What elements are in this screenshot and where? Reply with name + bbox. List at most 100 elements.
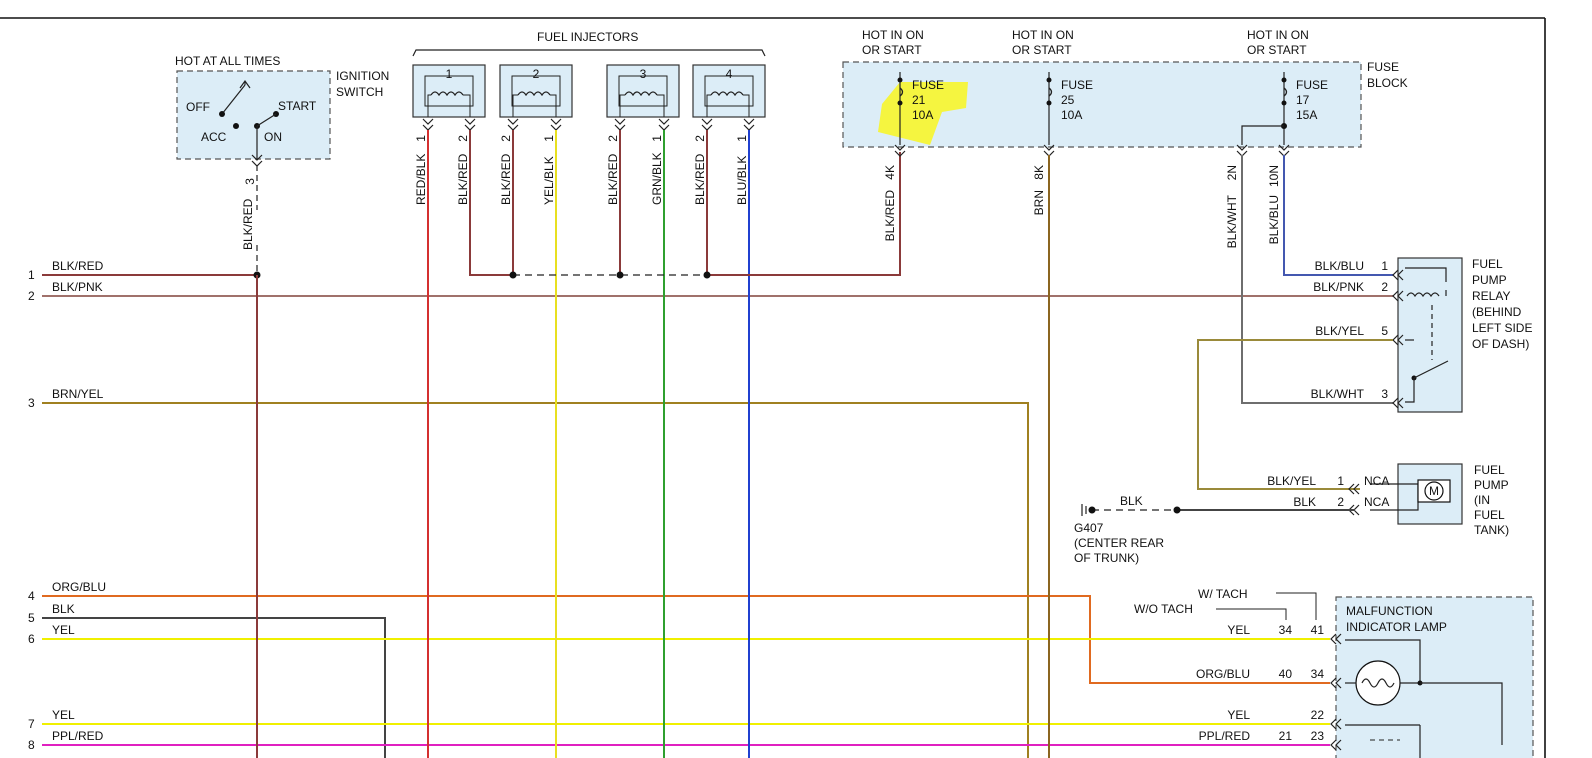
splice-inj2 <box>509 271 517 279</box>
left-wire-label: PPL/RED <box>52 729 104 743</box>
mil-title-1: MALFUNCTION <box>1346 604 1433 618</box>
left-wire-label: YEL <box>52 708 75 722</box>
ground-wire-label: BLK <box>1120 494 1143 508</box>
fuse17-pin-a: 2N <box>1225 165 1239 180</box>
ground-label-line: (CENTER REAR <box>1074 536 1164 550</box>
left-wire-label: BLK/RED <box>52 259 104 273</box>
fuse-rating: 15A <box>1296 108 1317 122</box>
left-wire-number: 8 <box>28 738 35 752</box>
pump-nca-label: NCA <box>1364 474 1389 488</box>
injector-wire-b-label: BLU/BLK <box>735 156 749 205</box>
left-wire-3 <box>42 402 1029 758</box>
fuse-label: FUSE <box>1061 78 1093 92</box>
left-wire-number: 5 <box>28 611 35 625</box>
w-tach-pointer <box>1276 592 1317 620</box>
fuse25-wire-label: BRN <box>1032 190 1046 215</box>
fuse-label: FUSE <box>912 78 944 92</box>
w-tach-label: W/ TACH <box>1198 587 1248 601</box>
injector-conn-a <box>422 118 434 131</box>
wiring-diagram: M HOT AT ALL TIMES IGNITION SWITCH OFF START… <box>0 17 1546 758</box>
fuse-number: 21 <box>912 93 926 107</box>
injector-wire-b-label: YEL/BLK <box>542 156 556 205</box>
injector-number: 4 <box>726 67 733 81</box>
hot-in-on-label: HOT IN ON <box>1247 28 1309 42</box>
injector-pin-a: 1 <box>414 135 428 142</box>
pump-wire-label: BLK/YEL <box>1267 474 1316 488</box>
fuse-block-title-2: BLOCK <box>1367 76 1408 90</box>
blk-wht-wire <box>1241 155 1393 404</box>
relay-pin-label: 5 <box>1381 324 1388 338</box>
left-wire-number: 3 <box>28 396 35 410</box>
injector-pin-b: 1 <box>542 135 556 142</box>
injector-pin-b: 1 <box>650 135 664 142</box>
fuse25-pin: 8K <box>1032 165 1046 180</box>
relay-pin-label: 2 <box>1381 280 1388 294</box>
relay-pin-label: 3 <box>1381 387 1388 401</box>
injector-wire-a-label: BLK/RED <box>499 153 513 205</box>
injector-conn-b <box>550 118 562 131</box>
pump-title-line: FUEL <box>1474 508 1505 522</box>
or-start-label: OR START <box>1012 43 1072 57</box>
ground-point <box>1088 506 1096 514</box>
left-wire-number: 7 <box>28 717 35 731</box>
left-wire-number: 1 <box>28 268 35 282</box>
fuse-rating: 10A <box>1061 108 1082 122</box>
injector-number: 3 <box>640 67 647 81</box>
injector-conn-b <box>464 118 476 131</box>
mil-pin-wo-label: 34 <box>1279 623 1293 637</box>
ground-splice <box>1173 506 1181 514</box>
injector-pin-b: 2 <box>456 135 470 142</box>
left-wire-label: BLK <box>52 602 75 616</box>
or-start-label: OR START <box>1247 43 1307 57</box>
left-wire-label: BLK/PNK <box>52 280 103 294</box>
left-wire-label: YEL <box>52 623 75 637</box>
fuse-block-title-1: FUSE <box>1367 60 1399 74</box>
injector-pin-a: 2 <box>499 135 513 142</box>
left-wire-number: 2 <box>28 289 35 303</box>
hot-at-all-times-label: HOT AT ALL TIMES <box>175 54 280 68</box>
blk-yel-wire <box>1197 339 1393 490</box>
ground-label-line: OF TRUNK) <box>1074 551 1139 565</box>
injector-conn-b <box>743 118 755 131</box>
relay-wire-label: BLK/BLU <box>1315 259 1364 273</box>
mil-wire-label: YEL <box>1227 623 1250 637</box>
pump-title-line: PUMP <box>1474 478 1509 492</box>
injector-number: 1 <box>446 67 453 81</box>
wo-tach-pointer <box>1216 608 1287 620</box>
pump-wire-label: BLK <box>1293 495 1316 509</box>
injector-bracket <box>412 49 766 57</box>
ignition-acc-label: ACC <box>201 130 227 144</box>
injector-conn-b <box>658 118 670 131</box>
fuse21-pin: 4K <box>883 165 897 180</box>
relay-title-line: PUMP <box>1472 273 1507 287</box>
wo-tach-label: W/O TACH <box>1134 602 1193 616</box>
relay-title-line: RELAY <box>1472 289 1510 303</box>
mil-wire-label: PPL/RED <box>1199 729 1251 743</box>
left-wire-label: ORG/BLU <box>52 580 106 594</box>
left-wire-number: 6 <box>28 632 35 646</box>
injector-wire-a-label: BLK/RED <box>693 153 707 205</box>
injector-wire-b-label: GRN/BLK <box>650 152 664 205</box>
fuse-number: 25 <box>1061 93 1075 107</box>
fuse17-wire-a-label: BLK/WHT <box>1225 194 1239 248</box>
mil-pin-wo-label: 21 <box>1279 729 1293 743</box>
injector-title: FUEL INJECTORS <box>537 30 638 44</box>
or-start-label: OR START <box>862 43 922 57</box>
injector-conn-a <box>614 118 626 131</box>
mil-pin-w-label: 34 <box>1311 667 1325 681</box>
injector-conn-a <box>507 118 519 131</box>
injector-conn-a <box>701 118 713 131</box>
injector-wire-a-label: BLK/RED <box>606 153 620 205</box>
relay-wire-label: BLK/WHT <box>1311 387 1365 401</box>
pump-nca-label: NCA <box>1364 495 1389 509</box>
injector-title-prefix: FUEL <box>537 30 571 44</box>
left-wire-number: 4 <box>28 589 35 603</box>
fuse17-wire-b-label: BLK/BLU <box>1267 195 1281 244</box>
hot-in-on-label: HOT IN ON <box>1012 28 1074 42</box>
mil-title-2: INDICATOR LAMP <box>1346 620 1447 634</box>
relay-pin-label: 1 <box>1381 259 1388 273</box>
injector-number: 2 <box>533 67 540 81</box>
injector-pin-a: 2 <box>606 135 620 142</box>
pump-motor-label: M <box>1429 484 1439 498</box>
mil-pin-w-label: 41 <box>1311 623 1325 637</box>
